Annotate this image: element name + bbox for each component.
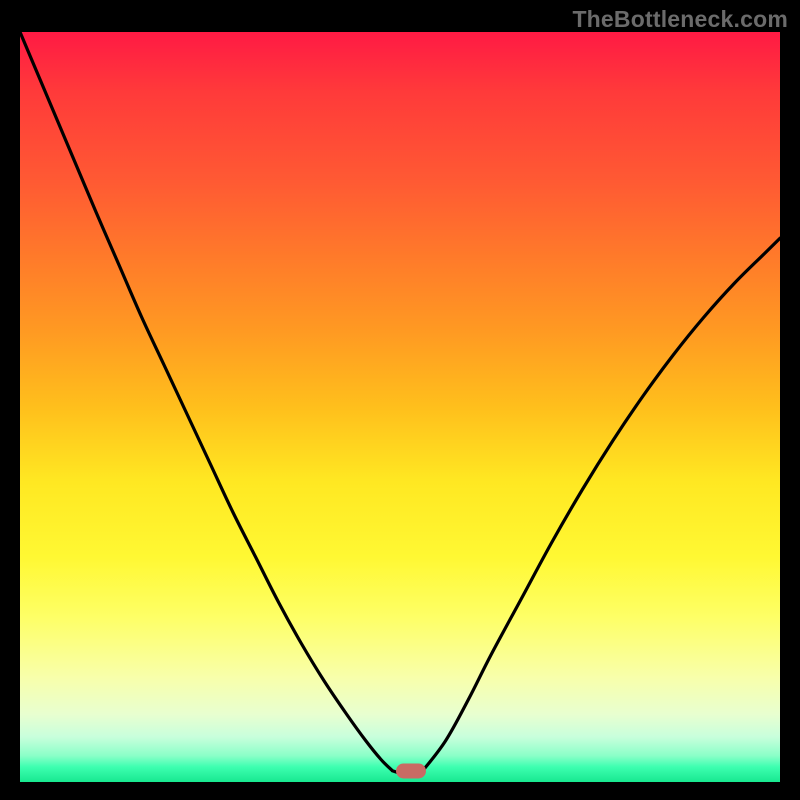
watermark-text: TheBottleneck.com — [572, 6, 788, 33]
bottleneck-marker — [396, 763, 426, 778]
curve-left — [20, 32, 392, 771]
curve-right — [423, 238, 780, 771]
chart-container: TheBottleneck.com — [0, 0, 800, 800]
curve-svg — [20, 32, 780, 782]
